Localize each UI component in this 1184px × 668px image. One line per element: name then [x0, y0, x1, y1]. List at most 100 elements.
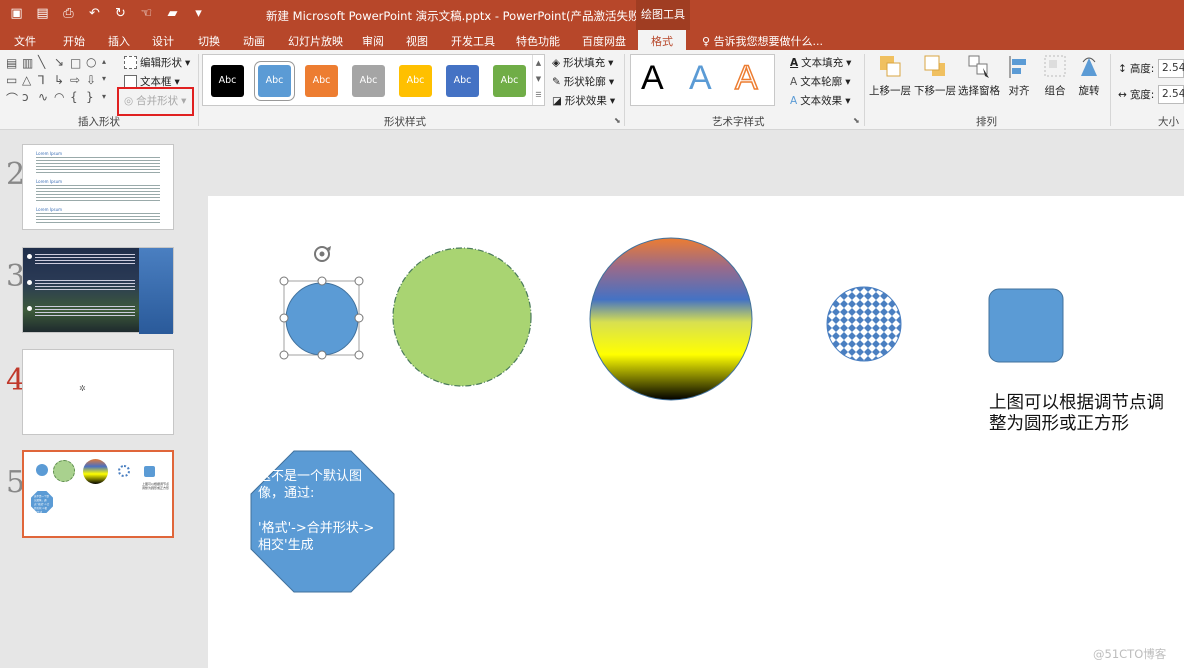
gallery-up-icon[interactable]: ▲	[533, 55, 544, 71]
height-input[interactable]: 2.54	[1158, 59, 1184, 78]
style-swatch-green[interactable]: Abc	[493, 65, 526, 97]
triangle-shape-icon[interactable]: △	[22, 73, 31, 87]
tab-home[interactable]: 开始	[63, 33, 85, 49]
slide-thumbnail-4[interactable]: ✲	[22, 349, 174, 435]
gallery-down-icon[interactable]: ▾	[102, 74, 106, 83]
send-backward-button[interactable]: 下移一层	[913, 54, 957, 98]
shape-effects-button[interactable]: ◪ 形状效果 ▾	[552, 93, 615, 108]
down-arrow-shape-icon[interactable]: ⇩	[86, 73, 96, 87]
start-from-beginning-icon[interactable]: ▤	[34, 5, 51, 22]
gallery-scroll[interactable]: ▲ ▼ ☰	[532, 55, 544, 105]
gallery-down-icon[interactable]: ▼	[533, 71, 544, 87]
rotate-handle-icon[interactable]	[314, 246, 331, 262]
open-icon[interactable]: ▰	[164, 5, 181, 22]
width-icon: ↔	[1118, 88, 1127, 101]
redo-icon[interactable]: ↻	[112, 5, 129, 22]
tab-transitions[interactable]: 切换	[198, 33, 220, 49]
tab-design[interactable]: 设计	[152, 33, 174, 49]
vertical-text-box-shape-icon[interactable]: ▥	[22, 56, 33, 70]
undo-icon[interactable]: ↶	[86, 5, 103, 22]
line-shape-icon[interactable]: ╲	[38, 55, 45, 69]
tab-view[interactable]: 视图	[406, 33, 428, 49]
save-icon[interactable]: ▣	[8, 5, 25, 22]
watermark: @51CTO博客	[1093, 647, 1167, 661]
arrow-line-shape-icon[interactable]: ↘	[54, 55, 64, 69]
swatch-label: Abc	[218, 75, 237, 86]
tell-me-search[interactable]: ♀ 告诉我您想要做什么...	[702, 33, 823, 49]
width-input[interactable]: 2.54	[1158, 85, 1184, 104]
style-swatch-gray[interactable]: Abc	[352, 65, 385, 97]
shape-styles-gallery[interactable]: Abc Abc Abc Abc Abc Abc Abc ▲ ▼ ☰	[202, 54, 545, 106]
oval-shape-icon[interactable]: ○	[86, 55, 96, 69]
group-button[interactable]: 组合	[1040, 54, 1070, 98]
shapes-gallery[interactable]: ▤ ▥ ╲ ↘ □ ○ ▭ △ ⅂ ↳ ⇨ ⇩ ⌒ ↄ ∿ ◠ { } ▴ ▾ …	[6, 55, 108, 108]
tab-animations[interactable]: 动画	[243, 33, 265, 49]
rotate-label: 旋转	[1078, 85, 1100, 97]
right-brace-shape-icon[interactable]: }	[86, 90, 94, 104]
selection-pane-button[interactable]: 选择窗格	[958, 54, 1000, 98]
octagon-text-2[interactable]: '格式'->合并形状->相交'生成	[258, 520, 386, 554]
freeform-shape-icon[interactable]: ⌒	[6, 90, 18, 107]
edit-shape-button[interactable]: 编辑形状 ▾	[124, 55, 190, 70]
align-button[interactable]: 对齐	[1004, 54, 1034, 98]
arc-shape-icon[interactable]: ◠	[54, 90, 64, 104]
text-fill-button[interactable]: A 文本填充 ▾	[790, 55, 851, 70]
left-brace-shape-icon[interactable]: {	[70, 90, 78, 104]
text-box-shape-icon[interactable]: ▤	[6, 56, 17, 70]
shape-styles-group-label: 形状样式	[384, 116, 426, 128]
style-swatch-orange[interactable]: Abc	[305, 65, 338, 97]
gallery-more-icon[interactable]: ☰	[533, 87, 544, 103]
wordart-black[interactable]: A	[641, 59, 664, 98]
print-preview-icon[interactable]: ⎙	[60, 5, 77, 22]
gallery-up-icon[interactable]: ▴	[102, 57, 106, 66]
elbow-connector-shape-icon[interactable]: ⅂	[38, 73, 45, 87]
style-swatch-dark-blue[interactable]: Abc	[446, 65, 479, 97]
connector-shape-icon[interactable]: ↳	[54, 73, 64, 87]
selected-blue-circle[interactable]	[283, 280, 360, 356]
wordart-blue[interactable]: A	[689, 59, 712, 98]
tab-review[interactable]: 审阅	[362, 33, 384, 49]
style-swatch-blue-selected[interactable]: Abc	[258, 65, 291, 97]
text-outline-button[interactable]: A 文本轮廓 ▾	[790, 74, 850, 89]
text-effects-button[interactable]: A 文本效果 ▾	[790, 93, 850, 108]
green-dashed-circle[interactable]	[392, 247, 532, 387]
right-arrow-shape-icon[interactable]: ⇨	[70, 73, 80, 87]
text-fill-icon: A	[790, 56, 799, 69]
touch-mode-icon[interactable]: ☜	[138, 5, 155, 22]
rotate-button[interactable]: 旋转	[1074, 54, 1104, 98]
gradient-circle[interactable]	[589, 237, 753, 401]
tab-insert[interactable]: 插入	[108, 33, 130, 49]
curve-shape-icon[interactable]: ∿	[38, 90, 48, 104]
slide-canvas[interactable]: 上图可以根据调节点调整为圆形或正方形 这不是一个默认图像，通过: '格式'->合…	[208, 196, 1184, 668]
slide-thumbnail-3[interactable]	[22, 247, 174, 334]
customize-qat-icon[interactable]: ▾	[190, 5, 207, 22]
tab-baidu[interactable]: 百度网盘	[582, 33, 626, 49]
tab-file[interactable]: 文件	[14, 33, 36, 49]
dropdown-arrow-icon: ▾	[174, 75, 180, 88]
caption-text[interactable]: 上图可以根据调节点调整为圆形或正方形	[989, 393, 1177, 435]
slide-thumbnail-pane: 2 Lorem Ipsum Lorem Ipsum Lorem Ipsum 3 …	[0, 131, 192, 668]
tab-features[interactable]: 特色功能	[516, 33, 560, 49]
style-swatch-gold[interactable]: Abc	[399, 65, 432, 97]
wordart-styles-gallery[interactable]: A A A	[630, 54, 775, 106]
slide-thumbnail-5-active[interactable]: 上图可以根据调节点调整为圆形或正方形 这不是一个默认图像，通过:'格式'->合并…	[22, 450, 174, 538]
octagon-text-1[interactable]: 这不是一个默认图像，通过:	[258, 468, 386, 502]
rect-shape-icon[interactable]: ▭	[6, 73, 17, 87]
tab-developer[interactable]: 开发工具	[451, 33, 495, 49]
rounded-square[interactable]	[988, 288, 1064, 363]
gallery-more-icon[interactable]: ▾	[102, 92, 106, 101]
thumb-green-circle	[53, 460, 75, 482]
shape-outline-button[interactable]: ✎ 形状轮廓 ▾	[552, 74, 614, 89]
pattern-circle[interactable]	[826, 286, 902, 362]
tab-slideshow[interactable]: 幻灯片放映	[288, 33, 343, 49]
slide-thumbnail-2[interactable]: Lorem Ipsum Lorem Ipsum Lorem Ipsum	[22, 144, 174, 230]
scribble-shape-icon[interactable]: ↄ	[22, 90, 29, 104]
style-swatch-black[interactable]: Abc	[211, 65, 244, 97]
dialog-launcher-icon[interactable]: ⬊	[853, 116, 860, 125]
rectangle-shape-icon[interactable]: □	[70, 56, 81, 70]
dialog-launcher-icon[interactable]: ⬊	[614, 116, 621, 125]
tab-format[interactable]: 格式	[638, 30, 686, 50]
wordart-orange-outline[interactable]: A	[734, 58, 758, 98]
bring-forward-button[interactable]: 上移一层	[868, 54, 912, 98]
shape-fill-button[interactable]: ◈ 形状填充 ▾	[552, 55, 613, 70]
